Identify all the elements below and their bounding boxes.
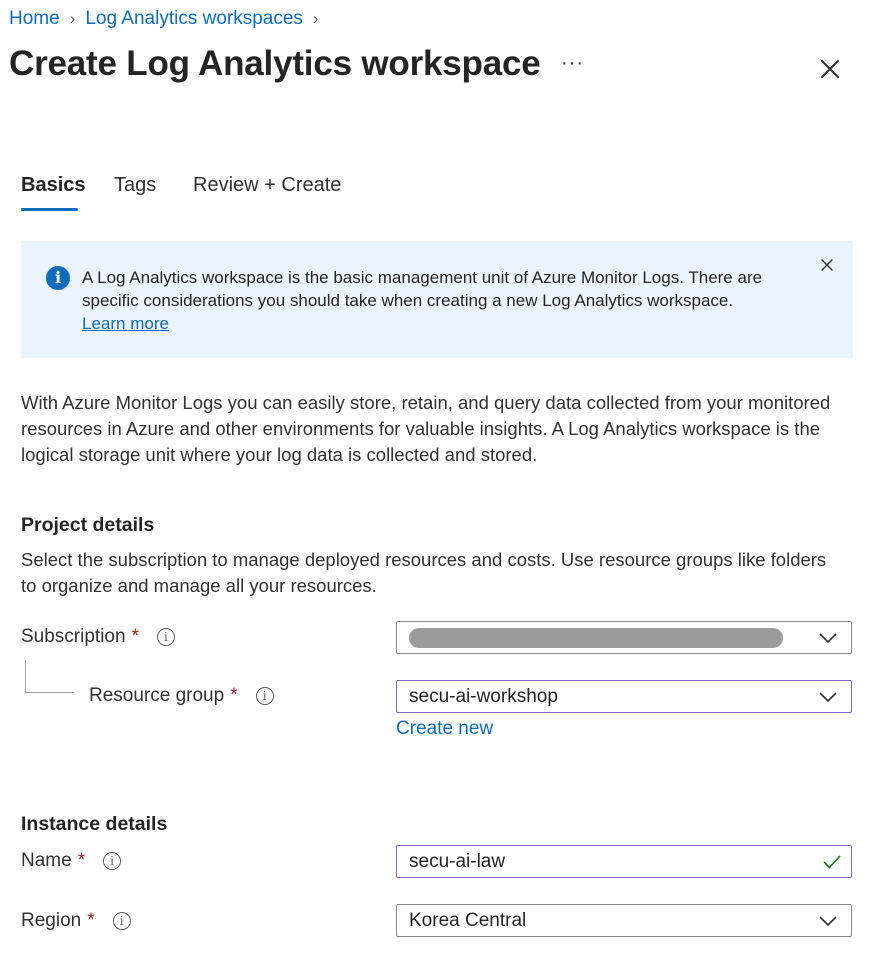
required-marker: * [77,850,86,871]
region-label: Region * i [21,910,131,932]
checkmark-icon [823,855,841,869]
breadcrumb: Home › Log Analytics workspaces › [9,6,329,32]
required-marker: * [87,910,95,931]
region-dropdown[interactable]: Korea Central [396,904,852,937]
name-input[interactable]: secu-ai-law [396,845,852,878]
subscription-dropdown[interactable] [396,621,852,654]
tab-review-create[interactable]: Review + Create [193,174,341,197]
banner-text: A Log Analytics workspace is the basic m… [82,268,763,310]
resource-group-label-text: Resource group [89,685,225,706]
region-value: Korea Central [409,909,527,931]
required-marker: * [131,626,139,647]
project-details-heading: Project details [21,514,155,536]
active-tab-indicator [21,208,78,211]
page-title: Create Log Analytics workspace [9,44,541,83]
resource-group-label: Resource group * i [89,685,274,707]
info-icon: i [46,266,70,290]
dismiss-banner-icon[interactable] [819,257,835,273]
info-icon[interactable]: i [103,852,122,870]
required-marker: * [230,685,238,706]
project-details-description: Select the subscription to manage deploy… [21,549,827,596]
breadcrumb-home[interactable]: Home [9,8,60,30]
learn-more-link[interactable]: Learn more [82,312,169,335]
resource-group-value: secu-ai-workshop [409,685,558,707]
resource-group-dropdown[interactable]: secu-ai-workshop [396,680,852,713]
tab-tags[interactable]: Tags [114,174,156,197]
chevron-right-icon: › [312,9,319,28]
chevron-down-icon [819,916,837,927]
tree-connector [25,692,74,693]
instance-details-heading: Instance details [21,813,168,835]
subscription-label: Subscription * i [21,626,175,648]
chevron-down-icon [819,633,837,644]
info-icon[interactable]: i [255,687,274,705]
more-options-icon[interactable]: ··· [561,52,584,75]
chevron-down-icon [819,692,837,703]
create-new-resource-group-link[interactable]: Create new [396,718,493,740]
breadcrumb-log-analytics-workspaces[interactable]: Log Analytics workspaces [85,8,303,30]
intro-text: With Azure Monitor Logs you can easily s… [21,392,831,465]
region-label-text: Region [21,910,82,931]
tree-connector [25,660,26,693]
close-icon[interactable] [816,55,844,83]
info-icon[interactable]: i [156,628,175,646]
info-icon[interactable]: i [112,912,131,930]
name-label-text: Name [21,850,72,871]
name-value: secu-ai-law [409,850,506,872]
chevron-right-icon: › [69,9,76,28]
name-label: Name * i [21,850,122,872]
redacted-subscription-value [409,627,783,648]
subscription-label-text: Subscription [21,626,126,647]
tab-basics[interactable]: Basics [21,174,86,197]
